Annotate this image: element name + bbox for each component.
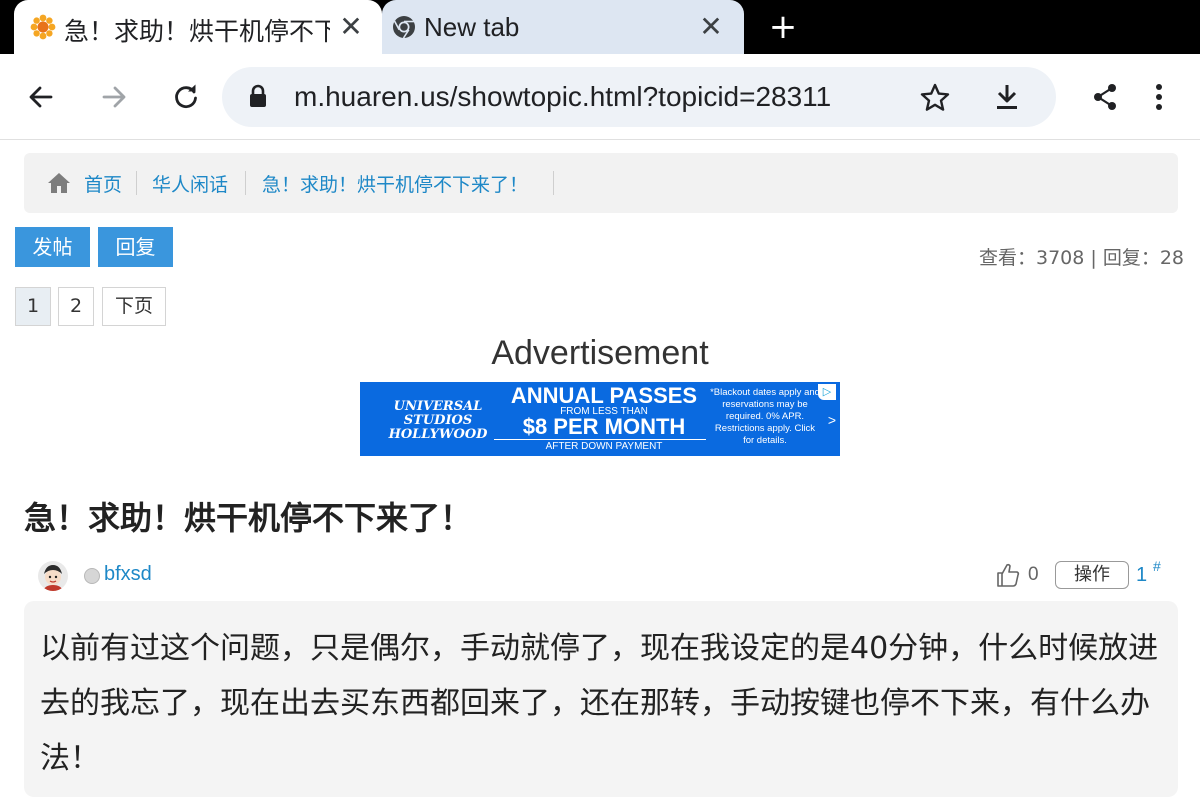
ad-arrow[interactable]: >: [828, 412, 836, 428]
ad-banner[interactable]: UNIVERSAL STUDIOS HOLLYWOOD ANNUAL PASSE…: [360, 382, 840, 456]
forward-arrow-icon[interactable]: [95, 78, 133, 116]
ad-logo: UNIVERSAL STUDIOS HOLLYWOOD: [388, 399, 488, 442]
like-count: 0: [1028, 564, 1039, 585]
next-page-button[interactable]: 下页: [102, 287, 166, 326]
download-icon[interactable]: [994, 83, 1020, 111]
more-vert-icon[interactable]: [1140, 78, 1178, 116]
breadcrumb-home[interactable]: 首页: [84, 170, 122, 197]
reload-icon[interactable]: [167, 78, 205, 116]
tab-close-button[interactable]: ✕: [336, 12, 366, 42]
adchoices-icon[interactable]: ▷: [818, 384, 836, 400]
topic-stats: 查看：3708 | 回复：28: [978, 247, 1184, 269]
ad-fine-print: *Blackout dates apply and reservations m…: [710, 387, 820, 446]
author-name[interactable]: bfxsd: [104, 563, 152, 586]
tab-title: New tab: [424, 12, 520, 42]
thumbs-up-icon[interactable]: [996, 562, 1020, 588]
breadcrumb-separator: [553, 171, 554, 195]
breadcrumb-topic[interactable]: 急！求助！烘干机停不下来了！: [262, 170, 528, 197]
ad-label: Advertisement: [491, 334, 709, 372]
post-title: 急！求助！烘干机停不下来了！: [24, 499, 473, 537]
tab-title: 急！求助！烘干机停不下来了！: [64, 17, 330, 46]
back-arrow-icon[interactable]: [22, 78, 60, 116]
floor-number[interactable]: 1: [1136, 564, 1147, 587]
ad-after-text: AFTER DOWN PAYMENT: [545, 441, 663, 452]
breadcrumb-separator: [136, 171, 137, 195]
breadcrumb: 首页 华人闲话 急！求助！烘干机停不下来了！: [24, 153, 1178, 213]
ad-divider: [494, 439, 706, 440]
ad-headline: ANNUAL PASSES: [510, 383, 698, 408]
sunflower-favicon: [30, 14, 56, 40]
browser-toolbar: m.huaren.us/showtopic.html?topicid=28311: [0, 54, 1200, 140]
tab-active[interactable]: 急！求助！烘干机停不下来了！ ✕: [14, 0, 382, 54]
page-2-button[interactable]: 2: [58, 287, 94, 326]
chrome-icon: [393, 16, 415, 39]
avatar[interactable]: [38, 561, 68, 591]
post-body: 以前有过这个问题，只是偶尔，手动就停了，现在我设定的是40分钟，什么时候放进去的…: [24, 601, 1178, 797]
url-text[interactable]: m.huaren.us/showtopic.html?topicid=28311: [294, 81, 831, 113]
breadcrumb-separator: [245, 171, 246, 195]
floor-hash: #: [1153, 558, 1161, 574]
share-icon[interactable]: [1086, 78, 1124, 116]
reply-button[interactable]: 回复: [98, 227, 173, 267]
offline-status-icon: [84, 568, 100, 584]
post-author-row: bfxsd 0 操作 1 #: [0, 558, 1200, 594]
new-tab-button[interactable]: +: [766, 10, 800, 44]
tab-new-tab[interactable]: New tab ✕: [382, 0, 744, 54]
lock-icon: [250, 84, 266, 107]
post-actions-button[interactable]: 操作: [1055, 561, 1129, 589]
home-icon[interactable]: [46, 170, 72, 196]
ad-price: $8 PER MONTH: [522, 414, 686, 439]
page-1-button[interactable]: 1: [15, 287, 51, 326]
new-post-button[interactable]: 发帖: [15, 227, 90, 267]
breadcrumb-forum[interactable]: 华人闲话: [152, 170, 228, 197]
tab-close-button[interactable]: ✕: [696, 12, 726, 42]
address-bar[interactable]: m.huaren.us/showtopic.html?topicid=28311: [222, 67, 1056, 127]
tab-strip: 急！求助！烘干机停不下来了！ ✕ New tab ✕ +: [0, 0, 1200, 54]
star-icon[interactable]: [920, 83, 950, 111]
